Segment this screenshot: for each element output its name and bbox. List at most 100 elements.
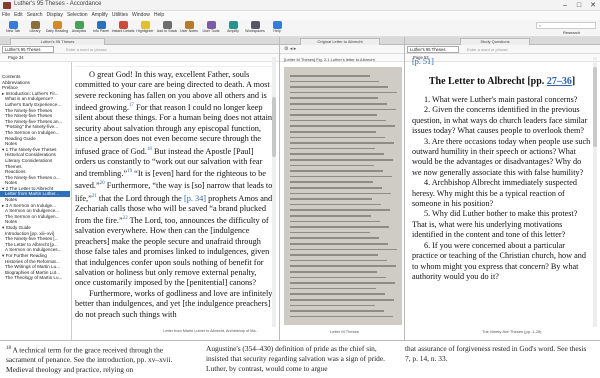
handwriting-line <box>290 209 390 211</box>
minimize-icon[interactable]: – <box>558 0 572 11</box>
toolbar: New Tab Library Daily Reading Analytics Info… <box>0 20 600 37</box>
handwriting-line <box>290 243 388 245</box>
toc-item[interactable]: The Theology of Martin Lu... <box>0 275 70 281</box>
handwriting-line <box>290 304 375 307</box>
study-status: The Ninety-five Theses (pp. 1-28) <box>482 329 542 334</box>
table-of-contents[interactable]: Contents Abbreviations Preface ▸ Introducti… <box>0 74 70 340</box>
toolbar-button-help[interactable]: Help <box>268 21 286 33</box>
window-title: Luther's 95 Theses - Accordance <box>14 1 102 7</box>
toolbar-button-analytics[interactable]: Analytics <box>70 21 88 33</box>
menu-help[interactable]: Help <box>152 11 166 19</box>
page-link[interactable]: [p. 34] <box>184 193 206 202</box>
toc-item[interactable]: Luther's Early Experience... <box>0 102 70 108</box>
tab-study-questions[interactable]: Study Questions <box>460 38 530 45</box>
handwriting-line <box>290 231 370 234</box>
handwriting-line <box>290 86 388 88</box>
toolbar-icons[interactable]: ⚙ ◂ ▸ <box>284 46 296 52</box>
tab-luthers-95-theses[interactable]: Luther's 95 Theses <box>10 38 105 45</box>
menu-search[interactable]: Search <box>25 11 45 19</box>
heading-text: The Letter to Albrecht [pp. <box>428 76 547 87</box>
toolbar-button-user-notes[interactable]: User Notes <box>180 21 198 33</box>
toolbar-button-workspaces[interactable]: Workspaces <box>245 21 265 33</box>
question-list: 1. What were Luther's main pastoral conc… <box>412 95 592 282</box>
pane-controls: Luther's 95 Theses Enter a word or phras… <box>0 45 279 54</box>
handwriting-line <box>290 271 377 273</box>
page-number: Page 34 <box>8 55 24 60</box>
tab-original-letter[interactable]: Original Letter to Albrecht <box>300 38 380 45</box>
text-span: The Lord, too, announces the difficulty … <box>75 215 270 288</box>
handwriting-line <box>290 103 387 105</box>
toolbar-button-add-to-stack[interactable]: Add to Stack <box>157 21 177 33</box>
footnote-number: 18 <box>6 346 11 351</box>
letter-image[interactable] <box>284 67 402 325</box>
menu-display[interactable]: Display <box>45 11 65 19</box>
toolbar-button-amplify[interactable]: Amplify <box>224 21 242 33</box>
handwriting-line <box>290 187 382 189</box>
search-input[interactable]: ⌕ <box>536 22 596 29</box>
toolbar-button-highlighter[interactable]: Highlighter <box>136 21 154 33</box>
handwriting-line <box>290 248 397 251</box>
menu-selection[interactable]: Selection <box>65 11 90 19</box>
handwriting-line <box>290 114 377 116</box>
toolbar-button-library[interactable]: Library <box>26 21 44 33</box>
footnote-text: A technical term for the grace received … <box>6 345 173 375</box>
scrollbar[interactable] <box>593 57 597 327</box>
user-notes-icon <box>184 21 194 29</box>
toolbar-button-daily-reading[interactable]: Daily Reading <box>46 21 68 33</box>
handwriting-line <box>290 108 396 111</box>
search-field[interactable]: Enter a word or phrase <box>66 47 107 52</box>
handwriting-line <box>290 136 385 139</box>
page-link[interactable]: [p. 51] <box>412 57 592 66</box>
search-field[interactable]: Enter a word or phrase <box>467 47 508 52</box>
handwriting-line <box>290 142 394 144</box>
handwriting-line <box>290 299 394 301</box>
handwriting-line <box>290 226 389 228</box>
close-icon[interactable]: ✕ <box>586 0 600 11</box>
footnote-panel: 18 A technical term for the grace receiv… <box>0 340 600 378</box>
menu-file[interactable]: File <box>0 11 12 19</box>
handwriting-line <box>290 254 378 256</box>
toolbar-button-info-panel[interactable]: Info Panel <box>92 21 110 33</box>
menu-bar: File Edit Search Display Selection Amplify Uti… <box>0 11 600 20</box>
footnote-text: that assurance of forgiveness rested in … <box>405 344 587 363</box>
handwriting-line <box>290 119 386 122</box>
title-bar: Luther's 95 Theses - Accordance – □ ✕ <box>0 0 600 11</box>
menu-edit[interactable]: Edit <box>12 11 25 19</box>
toc-item[interactable]: The Writings of Martin Lu... <box>0 264 70 270</box>
toolbar-button-instant-details[interactable]: Instant Details <box>112 21 134 33</box>
status-bar: Letter from Martin Luther to Albrecht, A… <box>163 329 259 333</box>
handwriting-line <box>290 215 371 217</box>
pane-tabstrip: Luther's 95 Theses <box>0 37 279 45</box>
book-select[interactable]: Luther's 95 Theses <box>407 46 459 53</box>
toolbar-button-new-tab[interactable]: New Tab <box>4 21 22 33</box>
menu-utilities[interactable]: Utilities <box>110 11 130 19</box>
handwriting-line <box>290 192 391 195</box>
handwriting-line <box>290 147 375 150</box>
toolbar-button-label: Help <box>273 29 281 33</box>
handwriting-line <box>290 203 381 206</box>
handwriting-line <box>290 237 379 239</box>
highlighter-icon <box>140 21 150 29</box>
menu-window[interactable]: Window <box>130 11 152 19</box>
maximize-icon[interactable]: □ <box>572 0 586 11</box>
book-text[interactable]: O great God! In this way, excellent Fath… <box>75 70 273 320</box>
heading-link[interactable]: 27–36 <box>547 76 572 87</box>
help-icon <box>272 21 282 29</box>
book-select[interactable]: Luther's 95 Theses <box>2 46 54 53</box>
handwriting-line <box>290 181 373 183</box>
handwriting-line <box>290 75 370 77</box>
daily-reading-icon <box>52 21 62 29</box>
study-question: 3. Are there occasions today when people… <box>412 136 591 177</box>
study-question: 2. Given the concerns identified in the … <box>412 105 588 136</box>
handwriting-line <box>290 198 372 200</box>
text-header <box>75 57 273 67</box>
handwriting-line <box>290 315 393 318</box>
toolbar-button-user-tools[interactable]: User Tools <box>202 21 220 33</box>
study-text[interactable]: [p. 51] The Letter to Albrecht [pp. 27–3… <box>412 57 592 282</box>
scrollbar[interactable] <box>272 57 276 327</box>
study-question: 6. If you were concerned about a particu… <box>412 240 586 281</box>
menu-amplify[interactable]: Amplify <box>90 11 110 19</box>
image-caption: [Letter M Theses] Fig. 2.1 Luther's lett… <box>284 57 375 62</box>
handwriting-line <box>290 310 384 312</box>
toc-divider[interactable] <box>71 62 72 340</box>
